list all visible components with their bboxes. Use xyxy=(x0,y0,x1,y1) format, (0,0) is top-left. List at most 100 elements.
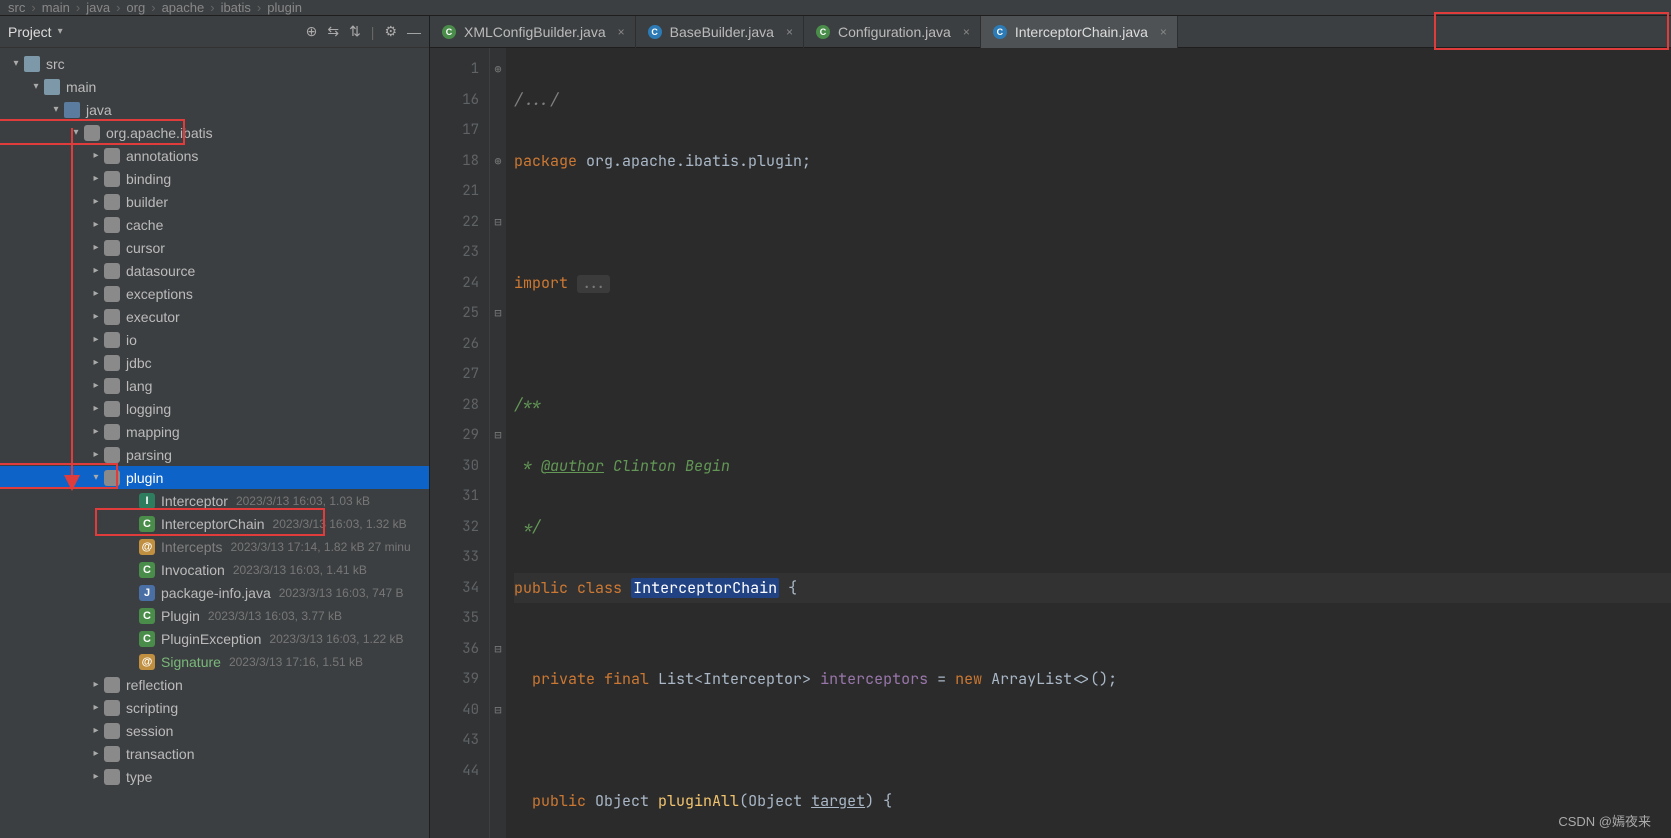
package-icon xyxy=(84,125,100,141)
tree-file-Plugin[interactable]: CPlugin2023/3/13 16:03, 3.77 kB xyxy=(0,604,429,627)
package-icon xyxy=(104,746,120,762)
tab-BaseBuilder.java[interactable]: CBaseBuilder.java× xyxy=(636,16,804,48)
class-icon: I xyxy=(139,493,155,509)
tree-node-jdbc[interactable]: jdbc xyxy=(0,351,429,374)
expand-icon[interactable]: ⇆ xyxy=(327,23,339,40)
class-icon: C xyxy=(648,25,662,39)
locate-icon[interactable]: ⊕ xyxy=(306,23,318,40)
tree-node-annotations[interactable]: annotations xyxy=(0,144,429,167)
hide-icon[interactable]: — xyxy=(407,24,421,40)
class-icon: C xyxy=(816,25,830,39)
tree-node-executor[interactable]: executor xyxy=(0,305,429,328)
bc-2[interactable]: java xyxy=(86,0,110,15)
class-icon: @ xyxy=(139,654,155,670)
breadcrumb: src main java org apache ibatis plugin xyxy=(0,0,1671,16)
package-icon xyxy=(104,194,120,210)
bc-5[interactable]: ibatis xyxy=(221,0,251,15)
package-icon xyxy=(104,148,120,164)
line-gutter[interactable]: 1161718212223242526272829303132333435363… xyxy=(430,48,490,838)
class-icon: C xyxy=(993,25,1007,39)
tree-node-src[interactable]: src xyxy=(0,52,429,75)
close-icon[interactable]: × xyxy=(786,25,793,39)
package-icon xyxy=(104,700,120,716)
package-icon xyxy=(104,677,120,693)
tree-file-InterceptorChain[interactable]: CInterceptorChain2023/3/13 16:03, 1.32 k… xyxy=(0,512,429,535)
project-title[interactable]: Project xyxy=(8,24,52,40)
tree-node-cache[interactable]: cache xyxy=(0,213,429,236)
tree-node-lang[interactable]: lang xyxy=(0,374,429,397)
class-icon: @ xyxy=(139,539,155,555)
tree-file-package-info.java[interactable]: Jpackage-info.java2023/3/13 16:03, 747 B xyxy=(0,581,429,604)
package-icon xyxy=(104,378,120,394)
tree-node-exceptions[interactable]: exceptions xyxy=(0,282,429,305)
code-editor[interactable]: /.../ package org.apache.ibatis.plugin; … xyxy=(506,48,1671,838)
editor-tabs: CXMLConfigBuilder.java×CBaseBuilder.java… xyxy=(430,16,1671,48)
class-icon: C xyxy=(442,25,456,39)
package-icon xyxy=(104,171,120,187)
tree-node-package[interactable]: org.apache.ibatis xyxy=(0,121,429,144)
bc-0[interactable]: src xyxy=(8,0,25,15)
bc-6[interactable]: plugin xyxy=(267,0,302,15)
bc-4[interactable]: apache xyxy=(162,0,205,15)
class-icon: C xyxy=(139,562,155,578)
tree-file-Interceptor[interactable]: IInterceptor2023/3/13 16:03, 1.03 kB xyxy=(0,489,429,512)
tree-node-logging[interactable]: logging xyxy=(0,397,429,420)
close-icon[interactable]: × xyxy=(963,25,970,39)
settings-icon[interactable]: ⚙ xyxy=(384,23,397,40)
collapse-icon[interactable]: ⇅ xyxy=(349,23,361,40)
tab-Configuration.java[interactable]: CConfiguration.java× xyxy=(804,16,981,48)
package-icon xyxy=(104,286,120,302)
class-icon: J xyxy=(139,585,155,601)
tree-node-binding[interactable]: binding xyxy=(0,167,429,190)
tree-node-main[interactable]: main xyxy=(0,75,429,98)
package-icon xyxy=(104,240,120,256)
fold-imports[interactable]: ... xyxy=(577,275,610,293)
package-icon xyxy=(104,769,120,785)
project-sidebar: Project ▾ ⊕ ⇆ ⇅ | ⚙ — src xyxy=(0,16,430,838)
folder-icon xyxy=(64,102,80,118)
fold-gutter[interactable]: ⊕⊕⊟⊟⊟⊟⊟ xyxy=(490,48,506,838)
package-icon xyxy=(104,309,120,325)
dropdown-icon[interactable]: ▾ xyxy=(58,26,63,37)
sidebar-header: Project ▾ ⊕ ⇆ ⇅ | ⚙ — xyxy=(0,16,429,48)
package-icon xyxy=(104,723,120,739)
tree-node-java[interactable]: java xyxy=(0,98,429,121)
tree-node-io[interactable]: io xyxy=(0,328,429,351)
package-icon xyxy=(104,401,120,417)
class-icon: C xyxy=(139,608,155,624)
tree-node-reflection[interactable]: reflection xyxy=(0,673,429,696)
tab-XMLConfigBuilder.java[interactable]: CXMLConfigBuilder.java× xyxy=(430,16,636,48)
package-icon xyxy=(104,332,120,348)
close-icon[interactable]: × xyxy=(618,25,625,39)
tree-node-transaction[interactable]: transaction xyxy=(0,742,429,765)
editor-area: CXMLConfigBuilder.java×CBaseBuilder.java… xyxy=(430,16,1671,838)
package-icon xyxy=(104,355,120,371)
close-icon[interactable]: × xyxy=(1160,25,1167,39)
package-icon xyxy=(104,447,120,463)
tree-node-builder[interactable]: builder xyxy=(0,190,429,213)
package-icon xyxy=(104,470,120,486)
tree-node-parsing[interactable]: parsing xyxy=(0,443,429,466)
tree-node-scripting[interactable]: scripting xyxy=(0,696,429,719)
tree-node-session[interactable]: session xyxy=(0,719,429,742)
project-tree[interactable]: src main java org.apache.ibatis annotati… xyxy=(0,48,429,838)
tree-node-plugin[interactable]: plugin xyxy=(0,466,429,489)
package-icon xyxy=(104,263,120,279)
folder-icon xyxy=(24,56,40,72)
tree-node-mapping[interactable]: mapping xyxy=(0,420,429,443)
tree-file-Intercepts[interactable]: @Intercepts2023/3/13 17:14, 1.82 kB 27 m… xyxy=(0,535,429,558)
tab-InterceptorChain.java[interactable]: CInterceptorChain.java× xyxy=(981,16,1178,48)
tree-file-Invocation[interactable]: CInvocation2023/3/13 16:03, 1.41 kB xyxy=(0,558,429,581)
tree-node-cursor[interactable]: cursor xyxy=(0,236,429,259)
tree-node-datasource[interactable]: datasource xyxy=(0,259,429,282)
watermark: CSDN @嫣夜来 xyxy=(1558,811,1651,830)
bc-1[interactable]: main xyxy=(42,0,70,15)
tree-file-PluginException[interactable]: CPluginException2023/3/13 16:03, 1.22 kB xyxy=(0,627,429,650)
class-name-highlight: InterceptorChain xyxy=(631,578,779,598)
bc-3[interactable]: org xyxy=(126,0,145,15)
folder-icon xyxy=(44,79,60,95)
tree-file-Signature[interactable]: @Signature2023/3/13 17:16, 1.51 kB xyxy=(0,650,429,673)
class-icon: C xyxy=(139,516,155,532)
tree-node-type[interactable]: type xyxy=(0,765,429,788)
package-icon xyxy=(104,217,120,233)
